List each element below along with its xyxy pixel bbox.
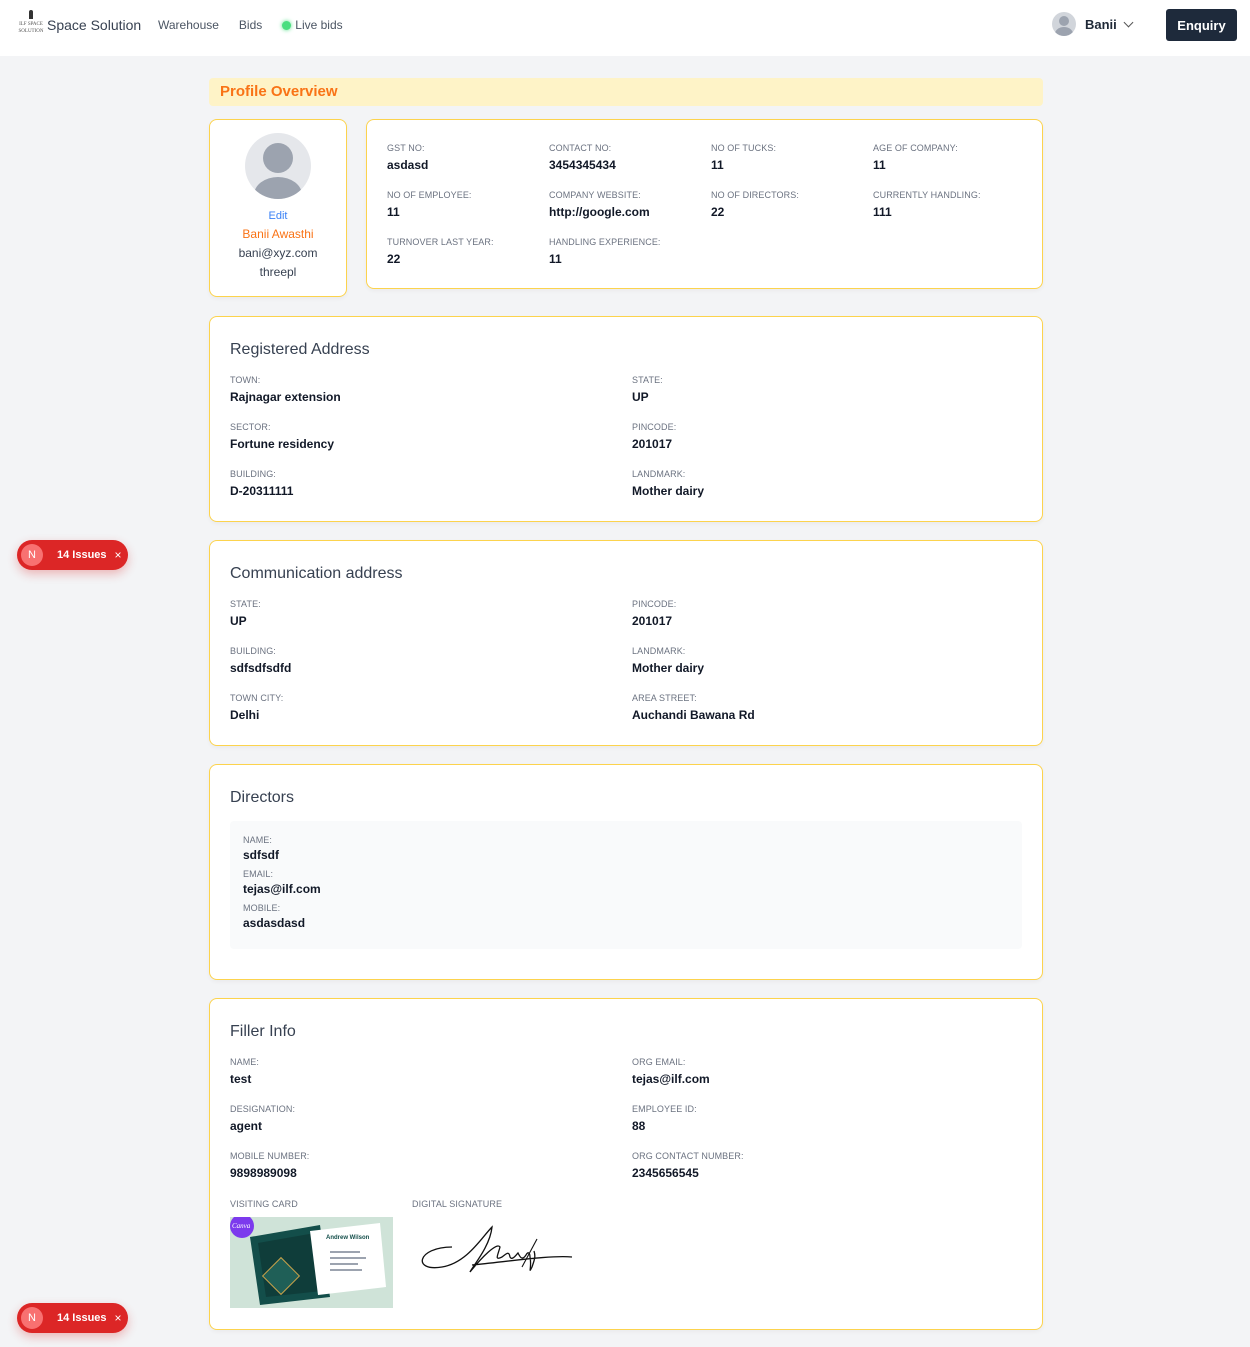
field-comm-pincode: PINCODE: 201017 [632, 599, 677, 628]
main-nav: Warehouse Bids Live bids [158, 18, 363, 32]
nav-live-bids[interactable]: Live bids [282, 18, 343, 32]
communication-address-title: Communication address [230, 565, 403, 582]
top-navbar: ILF SPACE SOLUTION Space Solution Wareho… [0, 0, 1250, 56]
field-currently-handling: CURRENTLY HANDLING: 111 [873, 190, 981, 219]
field-employee-id: EMPLOYEE ID: 88 [632, 1104, 697, 1133]
enquiry-button[interactable]: Enquiry [1166, 9, 1237, 41]
field-comm-area-street: AREA STREET: Auchandi Bawana Rd [632, 693, 755, 722]
logo[interactable]: ILF SPACE SOLUTION Space Solution [18, 10, 141, 38]
user-avatar-icon [1052, 12, 1076, 36]
live-indicator-icon [282, 20, 292, 30]
digital-signature-label: DIGITAL SIGNATURE [412, 1199, 503, 1209]
field-handling-experience: HANDLING EXPERIENCE: 11 [549, 237, 661, 266]
logo-mark-icon: ILF SPACE SOLUTION [18, 10, 44, 38]
field-comm-landmark: LANDMARK: Mother dairy [632, 646, 705, 675]
digital-signature-image[interactable] [412, 1217, 582, 1287]
field-filler-name: NAME: test [230, 1057, 260, 1086]
chevron-down-icon [1123, 17, 1134, 27]
field-pincode: PINCODE: 201017 [632, 422, 677, 451]
field-no-of-employee: NO OF EMPLOYEE: 11 [387, 190, 472, 219]
director-entry: NAME: sdfsdf EMAIL: tejas@ilf.com MOBILE: a… [230, 821, 1022, 949]
field-comm-building: BUILDING: sdfsdfsdfd [230, 646, 292, 675]
logo-text: Space Solution [47, 17, 142, 33]
profile-card: Edit Banii Awasthi bani@xyz.com threepl [209, 119, 347, 297]
nav-warehouse[interactable]: Warehouse [158, 18, 219, 32]
field-no-of-tucks: NO OF TUCKS: 11 [711, 143, 777, 172]
nav-bids[interactable]: Bids [239, 18, 262, 32]
profile-role: threepl [259, 265, 297, 279]
field-director-email: EMAIL: tejas@ilf.com [243, 869, 321, 896]
issues-badge[interactable]: N 14 Issues × [17, 540, 128, 570]
visiting-card-name: Andrew Wilson [326, 1235, 370, 1241]
registered-address-card: Registered Address TOWN: Rajnagar extensi… [209, 316, 1043, 522]
field-company-website: COMPANY WEBSITE: http://google.com [549, 190, 650, 219]
field-org-contact-number: ORG CONTACT NUMBER: 2345656545 [632, 1151, 744, 1180]
issues-badge-bottom[interactable]: N 14 Issues × [17, 1303, 128, 1333]
next-logo-icon: N [21, 1307, 43, 1329]
field-designation: DESIGNATION: agent [230, 1104, 296, 1133]
visiting-card-image[interactable]: Andrew Wilson Canva [230, 1217, 393, 1308]
communication-address-card: Communication address STATE: UP PINCODE: 2… [209, 540, 1043, 746]
user-menu[interactable]: Banii [1052, 12, 1134, 36]
profile-email: bani@xyz.com [238, 246, 318, 260]
registered-address-title: Registered Address [230, 341, 370, 358]
field-gst-no: GST NO: asdasd [387, 143, 429, 172]
directors-title: Directors [230, 789, 295, 806]
nav-live-bids-label: Live bids [295, 18, 343, 32]
field-turnover-last-year: TURNOVER LAST YEAR: 22 [387, 237, 494, 266]
issues-count: 14 Issues [57, 549, 107, 561]
next-logo-icon: N [21, 544, 43, 566]
edit-profile-link[interactable]: Edit [210, 210, 346, 222]
field-org-email: ORG EMAIL: tejas@ilf.com [632, 1057, 710, 1086]
profile-name: Banii Awasthi [242, 227, 314, 241]
user-name: Banii [1085, 16, 1117, 32]
issues-count: 14 Issues [57, 1312, 107, 1324]
close-icon[interactable]: × [115, 1311, 122, 1325]
field-state: STATE: UP [632, 375, 663, 404]
filler-info-card: Filler Info NAME: test ORG EMAIL: tejas@il… [209, 998, 1043, 1330]
filler-info-title: Filler Info [230, 1023, 296, 1040]
field-landmark: LANDMARK: Mother dairy [632, 469, 705, 498]
visiting-card-label: VISITING CARD [230, 1199, 298, 1209]
field-director-name: NAME: sdfsdf [243, 835, 279, 862]
field-town: TOWN: Rajnagar extension [230, 375, 341, 404]
field-director-mobile: MOBILE: asdasdasd [243, 903, 306, 930]
field-building: BUILDING: D-20311111 [230, 469, 294, 498]
field-age-of-company: AGE OF COMPANY: 11 [873, 143, 958, 172]
close-icon[interactable]: × [115, 548, 122, 562]
field-sector: SECTOR: Fortune residency [230, 422, 335, 451]
field-contact-no: CONTACT NO: 3454345434 [549, 143, 616, 172]
directors-card: Directors NAME: sdfsdf EMAIL: tejas@ilf.co… [209, 764, 1043, 980]
field-no-of-directors: NO OF DIRECTORS: 22 [711, 190, 799, 219]
page-title: Profile Overview [209, 78, 1043, 106]
field-mobile-number: MOBILE NUMBER: 9898989098 [230, 1151, 310, 1180]
canva-badge: Canva [232, 1222, 251, 1230]
field-comm-state: STATE: UP [230, 599, 261, 628]
company-info-card: GST NO: asdasd CONTACT NO: 3454345434 NO O… [366, 119, 1043, 289]
profile-avatar-icon [245, 133, 311, 199]
field-comm-town-city: TOWN CITY: Delhi [230, 693, 284, 722]
